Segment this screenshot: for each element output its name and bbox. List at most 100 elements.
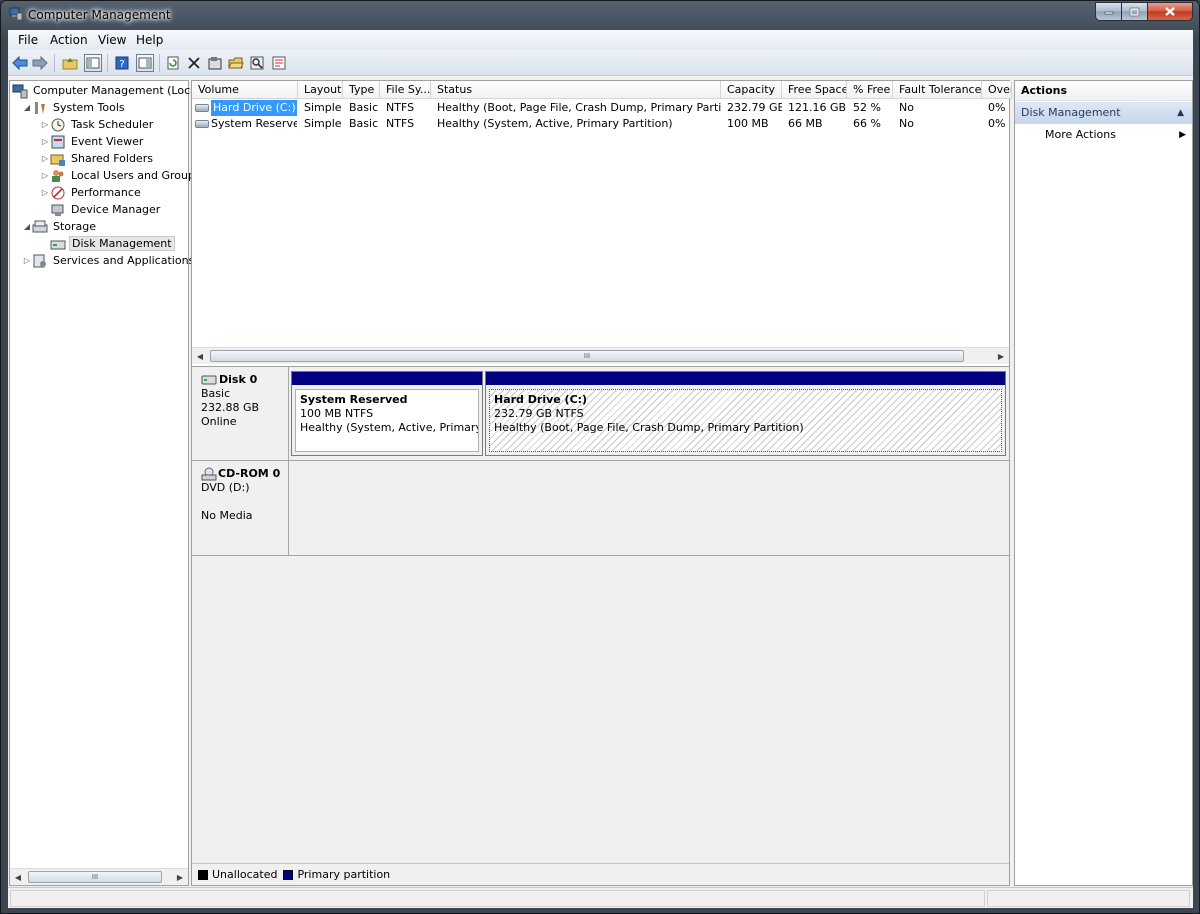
- collapse-icon[interactable]: ◢: [22, 222, 32, 231]
- column-header-file-sy[interactable]: File Sy...: [380, 81, 431, 99]
- search-button[interactable]: [248, 54, 266, 72]
- collapse-icon[interactable]: ◢: [22, 103, 32, 112]
- tree-item-task-scheduler[interactable]: ▷ Task Scheduler: [40, 116, 155, 133]
- refresh-button[interactable]: [164, 54, 182, 72]
- scroll-right-icon[interactable]: ▶: [172, 869, 188, 885]
- collapse-up-icon[interactable]: ▲: [1177, 102, 1184, 124]
- delete-button[interactable]: [185, 54, 203, 72]
- close-button[interactable]: [1148, 2, 1193, 21]
- column-header-over[interactable]: Over: [982, 81, 1012, 99]
- column-header-free-space[interactable]: Free Space: [782, 81, 847, 99]
- forward-arrow-icon: [32, 56, 48, 70]
- scroll-left-icon[interactable]: ◀: [192, 348, 208, 364]
- title-bar[interactable]: Computer Management: [1, 1, 1199, 29]
- back-button[interactable]: [11, 54, 29, 72]
- show-hide-action-pane-button[interactable]: [136, 54, 154, 72]
- table-cell-type: Basic: [349, 117, 379, 130]
- cdrom-status: No Media: [201, 509, 253, 522]
- column-header-layout[interactable]: Layout: [298, 81, 343, 99]
- volume-list-horizontal-scrollbar[interactable]: ◀ III ▶: [192, 347, 1009, 364]
- menu-action[interactable]: Action: [50, 33, 88, 47]
- table-cell-volume: Hard Drive (C:): [211, 100, 297, 116]
- minimize-button[interactable]: [1095, 2, 1122, 21]
- table-cell-fault-tolerance: No: [899, 101, 914, 114]
- cdrom-0-row[interactable]: CD-ROM 0 DVD (D:) No Media: [192, 461, 1009, 556]
- table-cell--free: 52 %: [853, 101, 881, 114]
- expand-icon[interactable]: ▷: [40, 137, 50, 146]
- menu-file[interactable]: File: [18, 33, 38, 47]
- disk-status: Online: [201, 415, 237, 428]
- tree-item-event-viewer[interactable]: ▷ Event Viewer: [40, 133, 145, 150]
- expand-icon[interactable]: ▷: [40, 120, 50, 129]
- table-cell-free-space: 66 MB: [788, 117, 823, 130]
- tools-icon: [32, 100, 48, 116]
- disk-icon: [201, 375, 217, 385]
- column-header-volume[interactable]: Volume: [192, 81, 298, 99]
- export-icon: [272, 56, 286, 70]
- expand-icon[interactable]: ▷: [40, 154, 50, 163]
- partition-hard-drive-c[interactable]: Hard Drive (C:) 232.79 GB NTFS Healthy (…: [485, 371, 1006, 456]
- tree-item-shared-folders[interactable]: ▷ Shared Folders: [40, 150, 155, 167]
- up-one-level-button[interactable]: [61, 54, 79, 72]
- computer-management-icon: [12, 83, 28, 99]
- column-header-status[interactable]: Status: [431, 81, 721, 99]
- table-cell-layout: Simple: [304, 117, 342, 130]
- show-hide-console-tree-button[interactable]: [84, 54, 102, 72]
- tree-item-system-tools[interactable]: ◢ System Tools: [22, 99, 127, 116]
- expand-icon[interactable]: ▷: [40, 188, 50, 197]
- disk-graphical-view: Disk 0 Basic 232.88 GB Online System Res…: [191, 366, 1010, 886]
- submenu-arrow-icon: ▶: [1179, 130, 1186, 140]
- disk-0-row[interactable]: Disk 0 Basic 232.88 GB Online System Res…: [192, 367, 1009, 461]
- partition-status: Healthy (System, Active, Primary Par: [300, 421, 479, 434]
- actions-section-label: Disk Management: [1021, 106, 1121, 119]
- cdrom-0-label[interactable]: CD-ROM 0 DVD (D:) No Media: [192, 461, 289, 555]
- column-header-type[interactable]: Type: [343, 81, 380, 99]
- table-cell-file-sy: NTFS: [386, 117, 415, 130]
- scroll-thumb[interactable]: III: [210, 350, 964, 362]
- delete-icon: [188, 57, 200, 69]
- users-icon: [50, 168, 66, 184]
- tree-item-computer-management-local[interactable]: Computer Management (Local: [12, 82, 202, 99]
- tree-item-label: Performance: [71, 186, 141, 199]
- tree-item-performance[interactable]: ▷ Performance: [40, 184, 143, 201]
- open-button[interactable]: [227, 54, 245, 72]
- column-header--free[interactable]: % Free: [847, 81, 893, 99]
- disk-size: 232.88 GB: [201, 401, 260, 414]
- client-area: File Action View Help ? Computer Managem…: [8, 30, 1193, 908]
- tree-item-device-manager[interactable]: Device Manager: [40, 201, 162, 218]
- table-cell-capacity: 100 MB: [727, 117, 769, 130]
- column-header-fault-tolerance[interactable]: Fault Tolerance: [893, 81, 982, 99]
- help-button[interactable]: ?: [113, 54, 131, 72]
- scroll-right-icon[interactable]: ▶: [993, 348, 1009, 364]
- forward-button[interactable]: [31, 54, 49, 72]
- table-cell-volume: System Reserved: [211, 117, 297, 130]
- properties-button[interactable]: [206, 54, 224, 72]
- table-row[interactable]: System Reserved Simple Basic NTFS Healthy (S…: [192, 116, 1009, 132]
- actions-section-disk-management[interactable]: Disk Management ▲: [1015, 102, 1192, 124]
- menu-view[interactable]: View: [98, 33, 126, 47]
- tree-item-storage[interactable]: ◢ Storage: [22, 218, 98, 235]
- tree-item-disk-management[interactable]: Disk Management: [40, 235, 175, 252]
- more-actions-item[interactable]: More Actions ▶: [1015, 126, 1192, 144]
- scroll-left-icon[interactable]: ◀: [10, 869, 26, 885]
- table-row[interactable]: Hard Drive (C:) Simple Basic NTFS Healthy (B…: [192, 100, 1009, 116]
- tree-item-services-and-applications[interactable]: ▷ Services and Applications: [22, 252, 196, 269]
- column-header-capacity[interactable]: Capacity: [721, 81, 782, 99]
- partition-body: Hard Drive (C:) 232.79 GB NTFS Healthy (…: [489, 389, 1002, 452]
- computer-management-app-icon: [9, 7, 23, 21]
- partition-body: System Reserved 100 MB NTFS Healthy (Sys…: [295, 389, 479, 452]
- tree-horizontal-scrollbar[interactable]: ◀ III ▶: [10, 868, 188, 885]
- expand-icon[interactable]: ▷: [40, 171, 50, 180]
- partition-name: System Reserved: [300, 393, 408, 406]
- tree-item-local-users-and-groups[interactable]: ▷ Local Users and Groups: [40, 167, 203, 184]
- close-icon: [1165, 7, 1175, 16]
- maximize-button[interactable]: [1122, 2, 1148, 21]
- export-button[interactable]: [270, 54, 288, 72]
- back-arrow-icon: [12, 56, 28, 70]
- scroll-thumb[interactable]: III: [28, 871, 162, 883]
- maximize-icon: [1129, 7, 1140, 16]
- disk-0-label[interactable]: Disk 0 Basic 232.88 GB Online: [192, 367, 289, 460]
- partition-system-reserved[interactable]: System Reserved 100 MB NTFS Healthy (Sys…: [291, 371, 483, 456]
- menu-help[interactable]: Help: [136, 33, 163, 47]
- expand-icon[interactable]: ▷: [22, 256, 32, 265]
